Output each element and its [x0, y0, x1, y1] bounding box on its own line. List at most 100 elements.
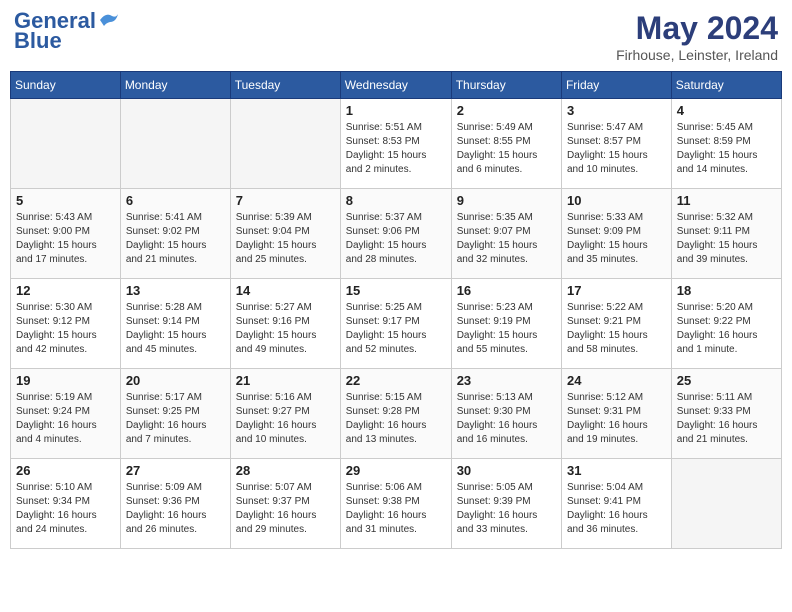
day-info: Sunrise: 5:15 AM Sunset: 9:28 PM Dayligh… — [346, 391, 446, 447]
day-info: Sunrise: 5:35 AM Sunset: 9:07 PM Dayligh… — [457, 211, 556, 267]
day-number: 3 — [567, 103, 666, 118]
calendar-day: 28 Sunrise: 5:07 AM Sunset: 9:37 PM Dayli… — [230, 459, 340, 549]
day-info: Sunrise: 5:04 AM Sunset: 9:41 PM Dayligh… — [567, 481, 666, 537]
calendar-table: SundayMondayTuesdayWednesdayThursdayFrid… — [10, 71, 782, 549]
calendar-day — [120, 99, 230, 189]
calendar-day: 6 Sunrise: 5:41 AM Sunset: 9:02 PM Daylig… — [120, 189, 230, 279]
day-info: Sunrise: 5:20 AM Sunset: 9:22 PM Dayligh… — [677, 301, 776, 357]
day-info: Sunrise: 5:45 AM Sunset: 8:59 PM Dayligh… — [677, 121, 776, 177]
day-number: 29 — [346, 463, 446, 478]
calendar-week-1: 1 Sunrise: 5:51 AM Sunset: 8:53 PM Daylig… — [11, 99, 782, 189]
day-number: 19 — [16, 373, 115, 388]
calendar-week-5: 26 Sunrise: 5:10 AM Sunset: 9:34 PM Dayli… — [11, 459, 782, 549]
day-info: Sunrise: 5:07 AM Sunset: 9:37 PM Dayligh… — [236, 481, 335, 537]
day-number: 26 — [16, 463, 115, 478]
day-info: Sunrise: 5:12 AM Sunset: 9:31 PM Dayligh… — [567, 391, 666, 447]
day-number: 12 — [16, 283, 115, 298]
day-info: Sunrise: 5:49 AM Sunset: 8:55 PM Dayligh… — [457, 121, 556, 177]
calendar-day: 8 Sunrise: 5:37 AM Sunset: 9:06 PM Daylig… — [340, 189, 451, 279]
day-info: Sunrise: 5:51 AM Sunset: 8:53 PM Dayligh… — [346, 121, 446, 177]
day-number: 17 — [567, 283, 666, 298]
day-number: 2 — [457, 103, 556, 118]
day-number: 8 — [346, 193, 446, 208]
calendar-week-2: 5 Sunrise: 5:43 AM Sunset: 9:00 PM Daylig… — [11, 189, 782, 279]
day-number: 27 — [126, 463, 225, 478]
day-info: Sunrise: 5:09 AM Sunset: 9:36 PM Dayligh… — [126, 481, 225, 537]
calendar-day: 5 Sunrise: 5:43 AM Sunset: 9:00 PM Daylig… — [11, 189, 121, 279]
calendar-day: 7 Sunrise: 5:39 AM Sunset: 9:04 PM Daylig… — [230, 189, 340, 279]
calendar-day: 24Sunrise: 5:12 AM Sunset: 9:31 PM Dayli… — [561, 369, 671, 459]
day-number: 23 — [457, 373, 556, 388]
day-info: Sunrise: 5:11 AM Sunset: 9:33 PM Dayligh… — [677, 391, 776, 447]
logo-bird-icon — [98, 10, 120, 28]
day-number: 31 — [567, 463, 666, 478]
calendar-day — [671, 459, 781, 549]
calendar-day: 11 Sunrise: 5:32 AM Sunset: 9:11 PM Dayli… — [671, 189, 781, 279]
calendar-day: 4Sunrise: 5:45 AM Sunset: 8:59 PM Daylig… — [671, 99, 781, 189]
calendar-day: 22 Sunrise: 5:15 AM Sunset: 9:28 PM Dayli… — [340, 369, 451, 459]
weekday-header-wednesday: Wednesday — [340, 72, 451, 99]
calendar-day — [11, 99, 121, 189]
calendar-day: 2 Sunrise: 5:49 AM Sunset: 8:55 PM Daylig… — [451, 99, 561, 189]
calendar-day: 10Sunrise: 5:33 AM Sunset: 9:09 PM Dayli… — [561, 189, 671, 279]
weekday-header-saturday: Saturday — [671, 72, 781, 99]
day-number: 30 — [457, 463, 556, 478]
day-info: Sunrise: 5:41 AM Sunset: 9:02 PM Dayligh… — [126, 211, 225, 267]
calendar-day: 14 Sunrise: 5:27 AM Sunset: 9:16 PM Dayli… — [230, 279, 340, 369]
day-info: Sunrise: 5:32 AM Sunset: 9:11 PM Dayligh… — [677, 211, 776, 267]
weekday-header-tuesday: Tuesday — [230, 72, 340, 99]
calendar-day: 23 Sunrise: 5:13 AM Sunset: 9:30 PM Dayli… — [451, 369, 561, 459]
calendar-day: 17 Sunrise: 5:22 AM Sunset: 9:21 PM Dayli… — [561, 279, 671, 369]
day-number: 14 — [236, 283, 335, 298]
day-number: 21 — [236, 373, 335, 388]
day-number: 1 — [346, 103, 446, 118]
calendar-day: 16 Sunrise: 5:23 AM Sunset: 9:19 PM Dayli… — [451, 279, 561, 369]
weekday-header-sunday: Sunday — [11, 72, 121, 99]
calendar-day: 26 Sunrise: 5:10 AM Sunset: 9:34 PM Dayli… — [11, 459, 121, 549]
day-info: Sunrise: 5:47 AM Sunset: 8:57 PM Dayligh… — [567, 121, 666, 177]
day-info: Sunrise: 5:37 AM Sunset: 9:06 PM Dayligh… — [346, 211, 446, 267]
calendar-day: 25 Sunrise: 5:11 AM Sunset: 9:33 PM Dayli… — [671, 369, 781, 459]
day-number: 5 — [16, 193, 115, 208]
day-info: Sunrise: 5:43 AM Sunset: 9:00 PM Dayligh… — [16, 211, 115, 267]
calendar-day: 19 Sunrise: 5:19 AM Sunset: 9:24 PM Dayli… — [11, 369, 121, 459]
day-number: 18 — [677, 283, 776, 298]
day-number: 9 — [457, 193, 556, 208]
day-info: Sunrise: 5:06 AM Sunset: 9:38 PM Dayligh… — [346, 481, 446, 537]
day-info: Sunrise: 5:30 AM Sunset: 9:12 PM Dayligh… — [16, 301, 115, 357]
weekday-header-row: SundayMondayTuesdayWednesdayThursdayFrid… — [11, 72, 782, 99]
day-number: 6 — [126, 193, 225, 208]
day-info: Sunrise: 5:27 AM Sunset: 9:16 PM Dayligh… — [236, 301, 335, 357]
calendar-day: 30 Sunrise: 5:05 AM Sunset: 9:39 PM Dayli… — [451, 459, 561, 549]
day-info: Sunrise: 5:10 AM Sunset: 9:34 PM Dayligh… — [16, 481, 115, 537]
weekday-header-friday: Friday — [561, 72, 671, 99]
month-year-title: May 2024 — [616, 10, 778, 47]
day-info: Sunrise: 5:22 AM Sunset: 9:21 PM Dayligh… — [567, 301, 666, 357]
day-info: Sunrise: 5:25 AM Sunset: 9:17 PM Dayligh… — [346, 301, 446, 357]
day-number: 20 — [126, 373, 225, 388]
day-info: Sunrise: 5:28 AM Sunset: 9:14 PM Dayligh… — [126, 301, 225, 357]
day-number: 15 — [346, 283, 446, 298]
day-number: 7 — [236, 193, 335, 208]
calendar-day: 12 Sunrise: 5:30 AM Sunset: 9:12 PM Dayli… — [11, 279, 121, 369]
logo: General Blue — [14, 10, 120, 54]
calendar-day — [230, 99, 340, 189]
day-number: 11 — [677, 193, 776, 208]
calendar-day: 27 Sunrise: 5:09 AM Sunset: 9:36 PM Dayli… — [120, 459, 230, 549]
calendar-day: 1 Sunrise: 5:51 AM Sunset: 8:53 PM Daylig… — [340, 99, 451, 189]
day-info: Sunrise: 5:05 AM Sunset: 9:39 PM Dayligh… — [457, 481, 556, 537]
day-info: Sunrise: 5:33 AM Sunset: 9:09 PM Dayligh… — [567, 211, 666, 267]
calendar-day: 9 Sunrise: 5:35 AM Sunset: 9:07 PM Daylig… — [451, 189, 561, 279]
day-info: Sunrise: 5:19 AM Sunset: 9:24 PM Dayligh… — [16, 391, 115, 447]
day-info: Sunrise: 5:23 AM Sunset: 9:19 PM Dayligh… — [457, 301, 556, 357]
day-info: Sunrise: 5:13 AM Sunset: 9:30 PM Dayligh… — [457, 391, 556, 447]
calendar-day: 21Sunrise: 5:16 AM Sunset: 9:27 PM Dayli… — [230, 369, 340, 459]
calendar-week-4: 19 Sunrise: 5:19 AM Sunset: 9:24 PM Dayli… — [11, 369, 782, 459]
day-info: Sunrise: 5:17 AM Sunset: 9:25 PM Dayligh… — [126, 391, 225, 447]
day-number: 22 — [346, 373, 446, 388]
day-number: 16 — [457, 283, 556, 298]
day-number: 25 — [677, 373, 776, 388]
calendar-day: 29 Sunrise: 5:06 AM Sunset: 9:38 PM Dayli… — [340, 459, 451, 549]
day-number: 28 — [236, 463, 335, 478]
day-info: Sunrise: 5:39 AM Sunset: 9:04 PM Dayligh… — [236, 211, 335, 267]
